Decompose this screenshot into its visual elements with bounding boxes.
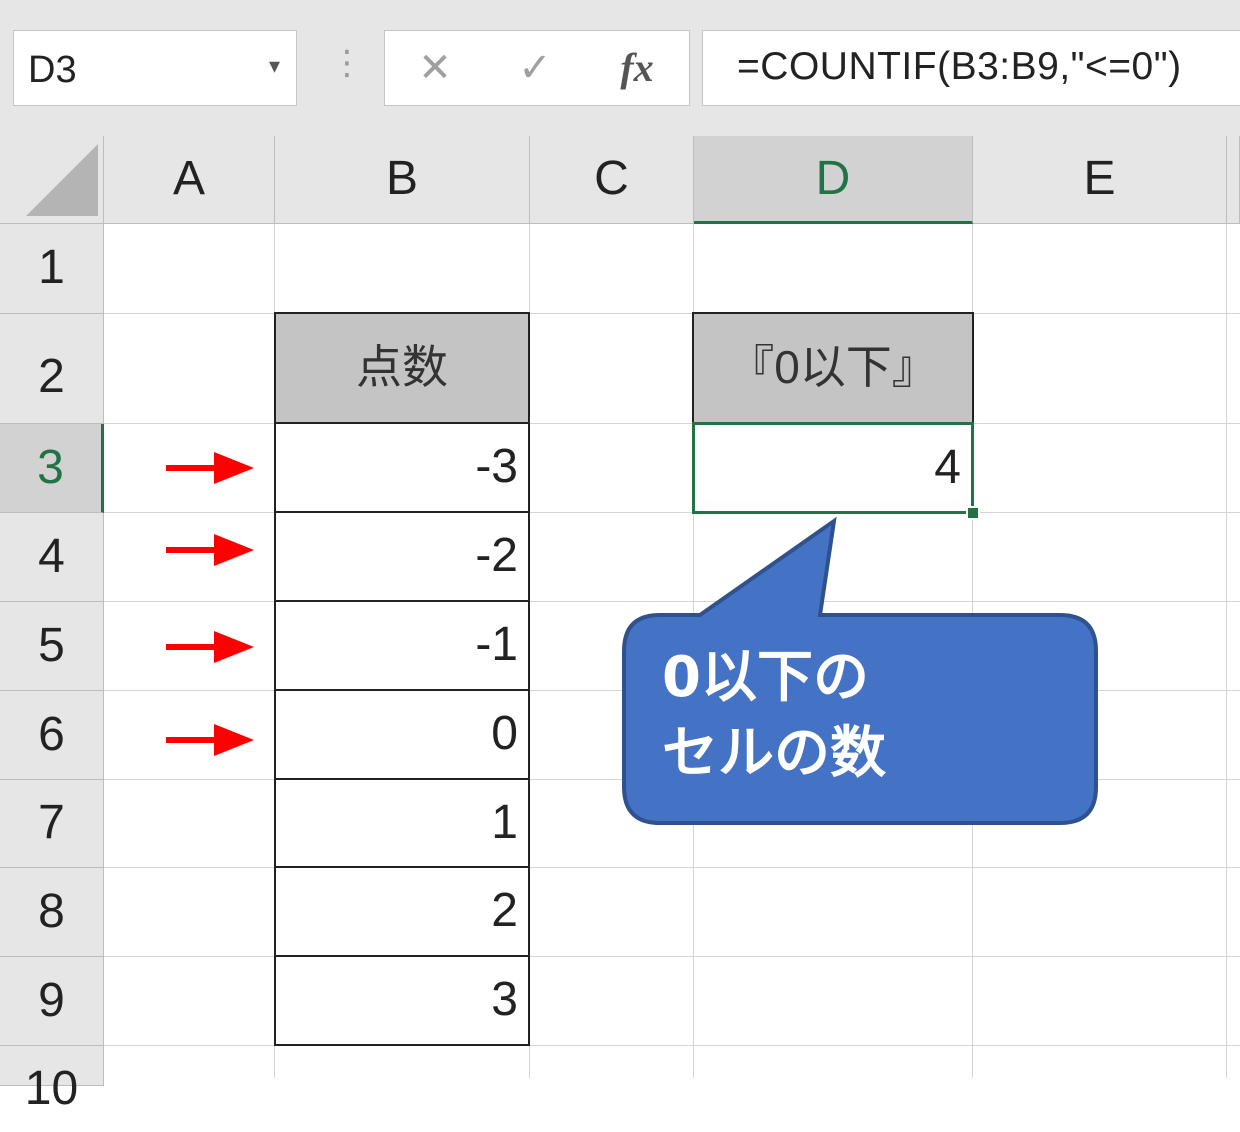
select-all-button[interactable] (0, 136, 104, 224)
column-header-c[interactable]: C (530, 136, 694, 224)
formula-input[interactable]: =COUNTIF(B3:B9,"<=0") (702, 30, 1240, 106)
close-icon[interactable]: ✕ (395, 31, 475, 105)
table-cell-b9[interactable]: 3 (274, 957, 530, 1046)
score-header-cell[interactable]: 点数 (274, 312, 530, 424)
checkmark-icon[interactable]: ✓ (495, 31, 575, 105)
row-header-4[interactable]: 4 (0, 513, 104, 602)
row-header-7[interactable]: 7 (0, 780, 104, 868)
right-arrow-icon (166, 534, 254, 566)
row-header-5[interactable]: 5 (0, 602, 104, 691)
callout-text: 0以下の セルの数 (662, 640, 1082, 792)
name-box-value: D3 (28, 49, 77, 91)
row-header-6[interactable]: 6 (0, 691, 104, 780)
chevron-down-icon[interactable]: ▾ (269, 53, 280, 79)
table-cell-b5[interactable]: -1 (274, 602, 530, 691)
column-header-a[interactable]: A (104, 136, 275, 224)
column-header-e[interactable]: E (973, 136, 1227, 224)
right-arrow-icon (166, 724, 254, 756)
formula-buttons: ✕ ✓ fx (384, 30, 690, 106)
row-header-3[interactable]: 3 (0, 424, 104, 513)
result-cell-d3[interactable]: 4 (692, 422, 974, 514)
table-cell-b8[interactable]: 2 (274, 868, 530, 957)
column-header-f[interactable] (1227, 136, 1240, 224)
table-cell-b7[interactable]: 1 (274, 780, 530, 868)
table-cell-b4[interactable]: -2 (274, 513, 530, 602)
column-header-d[interactable]: D (694, 136, 973, 224)
formula-text: =COUNTIF(B3:B9,"<=0") (737, 45, 1182, 88)
column-header-b[interactable]: B (275, 136, 530, 224)
select-all-triangle-icon (26, 144, 98, 216)
table-cell-b3[interactable]: -3 (274, 424, 530, 513)
row-header-8[interactable]: 8 (0, 868, 104, 957)
right-arrow-icon (166, 452, 254, 484)
grid-line (1226, 224, 1227, 1078)
row-header-2[interactable]: 2 (0, 314, 104, 424)
row-header-9[interactable]: 9 (0, 957, 104, 1046)
insert-function-button[interactable]: fx (597, 31, 677, 105)
callout-line-1: 0以下の (662, 645, 869, 710)
right-arrow-icon (166, 631, 254, 663)
row-header-10[interactable]: 10 (0, 1046, 104, 1115)
name-box[interactable]: D3 ▾ (13, 30, 297, 106)
vertical-dots-icon[interactable]: ⋮ (330, 46, 364, 80)
row-header-1[interactable]: 1 (0, 224, 104, 314)
table-cell-b6[interactable]: 0 (274, 691, 530, 780)
callout-line-2: セルの数 (662, 721, 886, 786)
result-header-cell[interactable]: 『0以下』 (692, 312, 974, 424)
formula-bar: D3 ▾ ⋮ ✕ ✓ fx =COUNTIF(B3:B9,"<=0") (0, 0, 1240, 136)
